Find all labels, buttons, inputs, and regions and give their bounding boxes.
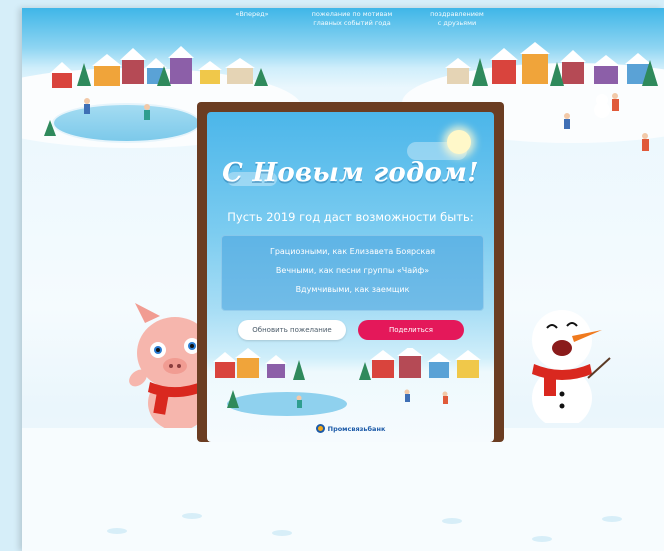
footprint <box>182 513 202 519</box>
winter-people-right <box>564 93 649 151</box>
skaters-left <box>84 98 150 120</box>
bank-logo[interactable]: Промсвязьбанк <box>207 424 494 433</box>
footprint <box>602 516 622 522</box>
wish-line: Грациозными, как Елизавета Боярская <box>269 247 436 256</box>
snowman-character <box>532 310 611 423</box>
card-title: С Новым годом! <box>222 158 479 188</box>
bank-logo-text: Промсвязьбанк <box>327 424 386 433</box>
village-right <box>445 42 658 86</box>
share-button[interactable]: Поделиться <box>358 320 464 340</box>
footprint <box>107 528 127 534</box>
nav-item-share-friends[interactable]: поздравлением с друзьями <box>417 10 497 28</box>
card-village-illustration <box>213 348 481 416</box>
wish-line: Вечными, как песни группы «Чайф» <box>275 266 430 275</box>
card-subtitle: Пусть 2019 год даст возможности быть: <box>227 210 474 224</box>
sun-icon <box>447 130 471 154</box>
wishes-box: Грациозными, как Елизавета Боярская Вечн… <box>221 235 484 311</box>
greeting-card: С Новым годом! Пусть 2019 год даст возмо… <box>207 112 494 442</box>
footprint <box>442 518 462 524</box>
footprint <box>532 536 552 542</box>
nav-item-wish-events[interactable]: пожелание по мотивам главных событий год… <box>302 10 402 28</box>
nav-item-forward[interactable]: «Вперед» <box>227 10 277 19</box>
footprint <box>272 530 292 536</box>
village-left <box>50 46 268 88</box>
pine-tree <box>44 120 56 136</box>
bank-logo-icon <box>315 424 325 433</box>
wish-line: Вдумчивыми, как заемщик <box>295 285 410 294</box>
refresh-wish-button[interactable]: Обновить пожелание <box>238 320 346 340</box>
